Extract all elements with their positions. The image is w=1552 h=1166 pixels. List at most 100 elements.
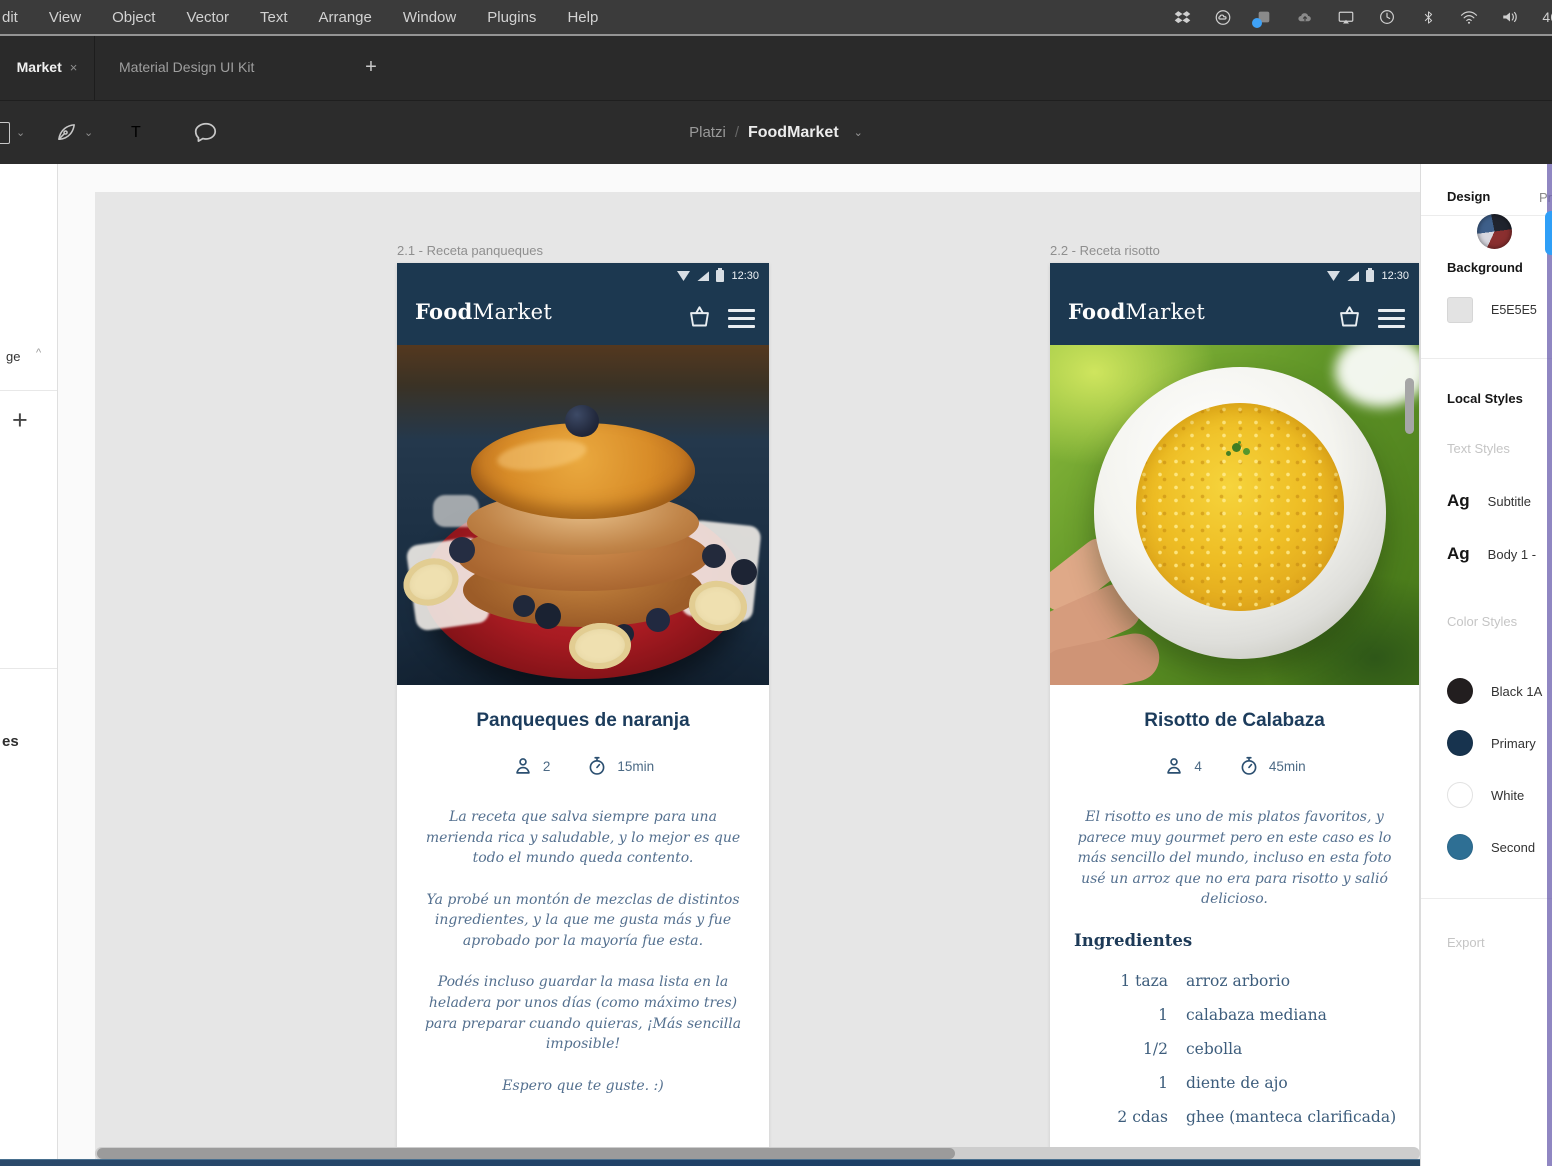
phone-status-bar: 12:30 xyxy=(677,269,759,283)
file-menu-chevron-icon[interactable]: ⌄ xyxy=(854,126,863,139)
menu-vector[interactable]: Vector xyxy=(186,9,229,26)
duration-value: 45min xyxy=(1269,759,1306,774)
wifi-icon xyxy=(677,271,690,281)
new-tab-button[interactable]: + xyxy=(356,34,386,100)
status-time: 12:30 xyxy=(1381,270,1409,282)
text-styles-label: Text Styles xyxy=(1447,441,1510,456)
inspector-panel: Design Pr Background E5E5E5 Local Styles… xyxy=(1420,163,1552,1166)
servings-value: 4 xyxy=(1194,759,1202,774)
menu-window[interactable]: Window xyxy=(403,9,456,26)
hamburger-menu-icon xyxy=(728,309,755,333)
time-machine-clock-icon[interactable] xyxy=(1378,8,1396,26)
bottom-edge-strip xyxy=(0,1159,1552,1166)
color-dot xyxy=(1447,678,1473,704)
status-time: 12:30 xyxy=(731,270,759,282)
wifi-icon[interactable] xyxy=(1460,8,1478,26)
figma-tab-bar: Market × Material Design UI Kit + xyxy=(0,34,1552,100)
macos-menu-bar: dit View Object Vector Text Arrange Wind… xyxy=(0,0,1552,34)
export-label[interactable]: Export xyxy=(1447,935,1485,950)
background-swatch[interactable] xyxy=(1447,297,1473,323)
artboard-receta-risotto[interactable]: 12:30 FoodMarket Risotto de Calabaza 4 xyxy=(1050,263,1419,1153)
wifi-icon xyxy=(1327,271,1340,281)
ingredient-row: 1 calabaza mediana xyxy=(1050,1006,1419,1024)
menu-arrange[interactable]: Arrange xyxy=(319,9,372,26)
paragraph: El risotto es uno de mis platos favorito… xyxy=(1076,807,1394,910)
menu-help[interactable]: Help xyxy=(567,9,598,26)
signal-icon xyxy=(697,271,709,281)
battery-percent: 46 xyxy=(1542,9,1552,25)
color-name: Second xyxy=(1491,840,1535,855)
recipe-description: La receta que salva siempre para una mer… xyxy=(424,807,742,1096)
artboard-label[interactable]: 2.2 - Receta risotto xyxy=(1050,243,1160,258)
text-style-body1[interactable]: Ag Body 1 - xyxy=(1447,544,1536,564)
foodmarket-logo: FoodMarket xyxy=(1068,299,1205,324)
color-style-secondary[interactable]: Second xyxy=(1447,834,1535,860)
paragraph: La receta que salva siempre para una mer… xyxy=(424,807,742,869)
menu-plugins[interactable]: Plugins xyxy=(487,9,536,26)
background-hex[interactable]: E5E5E5 xyxy=(1491,303,1537,317)
avatar[interactable] xyxy=(1477,214,1512,249)
share-button-edge[interactable] xyxy=(1545,211,1552,255)
color-style-primary[interactable]: Primary xyxy=(1447,730,1536,756)
risotto-photo xyxy=(1050,345,1419,685)
menu-items: dit View Object Vector Text Arrange Wind… xyxy=(2,0,598,34)
vertical-scrollbar[interactable] xyxy=(1405,378,1414,434)
text-style-subtitle[interactable]: Ag Subtitle xyxy=(1447,491,1531,511)
color-style-white[interactable]: White xyxy=(1447,782,1524,808)
local-styles-label: Local Styles xyxy=(1447,391,1523,406)
menu-view[interactable]: View xyxy=(49,9,81,26)
menu-status-tray: 46 xyxy=(1173,0,1552,34)
color-dot xyxy=(1447,730,1473,756)
airplay-display-icon[interactable] xyxy=(1337,8,1355,26)
color-name: Primary xyxy=(1491,736,1536,751)
bluetooth-icon[interactable] xyxy=(1419,8,1437,26)
tab-close-icon[interactable]: × xyxy=(70,60,78,75)
creative-cloud-icon[interactable] xyxy=(1214,8,1232,26)
ingredient-row: 1 diente de ajo xyxy=(1050,1074,1419,1092)
duration-value: 15min xyxy=(617,759,654,774)
recipe-description: El risotto es uno de mis platos favorito… xyxy=(1076,807,1394,910)
servings-icon xyxy=(512,755,534,777)
breadcrumb-team[interactable]: Platzi xyxy=(689,124,726,141)
app-badge-icon[interactable] xyxy=(1255,8,1273,26)
menu-object[interactable]: Object xyxy=(112,9,155,26)
color-dot xyxy=(1447,782,1473,808)
color-style-black[interactable]: Black 1A xyxy=(1447,678,1542,704)
tab-material-design-ui-kit[interactable]: Material Design UI Kit xyxy=(95,34,278,100)
paragraph: Espero que te guste. :) xyxy=(424,1076,742,1097)
artboard-receta-panqueques[interactable]: 12:30 FoodMarket Panqueques de naranja xyxy=(397,263,769,1153)
pancakes-photo xyxy=(397,345,769,685)
pages-header-fragment[interactable]: ge xyxy=(6,349,20,364)
style-sample: Ag xyxy=(1447,544,1470,564)
ingredient-row: 2 cdas ghee (manteca clarificada) xyxy=(1050,1108,1419,1126)
horizontal-scrollbar-thumb[interactable] xyxy=(97,1148,955,1159)
layers-panel: ge ^ + es xyxy=(0,163,58,1166)
servings-value: 2 xyxy=(543,759,551,774)
layer-name-fragment[interactable]: es xyxy=(2,733,19,750)
artboard-label[interactable]: 2.1 - Receta panqueques xyxy=(397,243,543,258)
window-right-edge xyxy=(1547,163,1552,1166)
color-styles-label: Color Styles xyxy=(1447,614,1517,629)
style-sample: Ag xyxy=(1447,491,1470,511)
timer-icon xyxy=(586,755,608,777)
collapse-chevron-icon[interactable]: ^ xyxy=(36,347,41,359)
tab-material-label: Material Design UI Kit xyxy=(119,59,254,75)
menu-text[interactable]: Text xyxy=(260,9,288,26)
ingredient-row: 1/2 cebolla xyxy=(1050,1040,1419,1058)
cloud-upload-icon[interactable] xyxy=(1296,8,1314,26)
basket-icon xyxy=(686,303,713,330)
color-dot xyxy=(1447,834,1473,860)
volume-icon[interactable] xyxy=(1501,8,1519,26)
menu-edit[interactable]: dit xyxy=(2,9,18,26)
phone-status-bar: 12:30 xyxy=(1327,269,1409,283)
add-page-button[interactable]: + xyxy=(12,405,28,436)
dropbox-icon[interactable] xyxy=(1173,8,1191,26)
basket-icon xyxy=(1336,303,1363,330)
breadcrumb-file[interactable]: FoodMarket xyxy=(748,124,839,142)
ingredient-row: 1 taza arroz arborio xyxy=(1050,972,1419,990)
tab-foodmarket[interactable]: Market × xyxy=(0,34,95,100)
figma-toolbar: ⌄ ⌄ T Platzi / FoodMarket ⌄ xyxy=(0,100,1552,164)
hamburger-menu-icon xyxy=(1378,309,1405,333)
tab-design[interactable]: Design xyxy=(1447,189,1490,204)
style-name: Subtitle xyxy=(1488,494,1531,509)
